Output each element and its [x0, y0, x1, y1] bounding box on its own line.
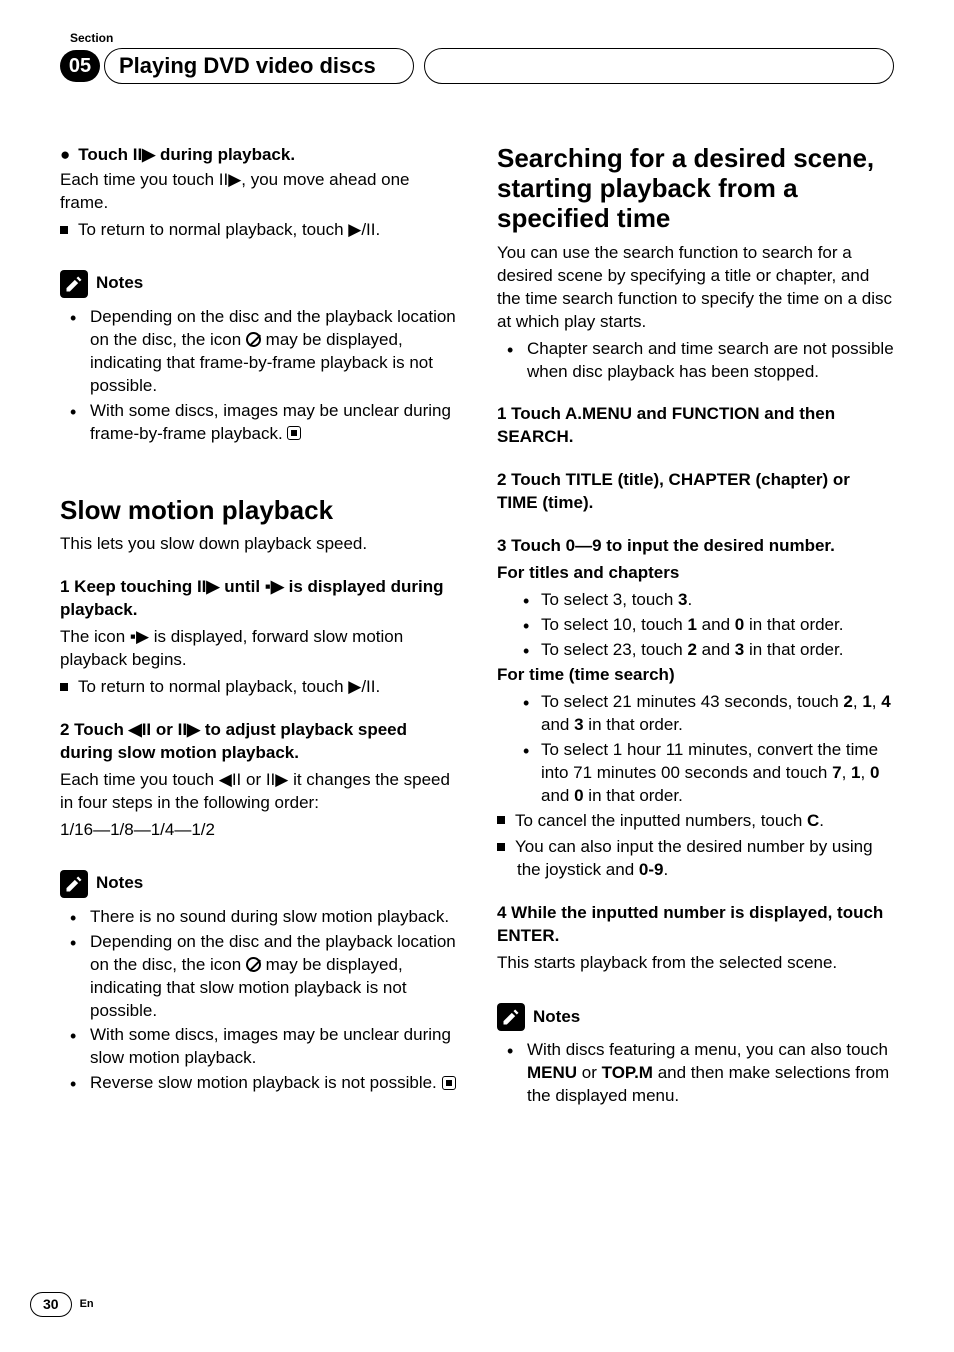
joystick-line: You can also input the desired number by…	[497, 836, 894, 882]
right-column: Searching for a desired scene, starting …	[497, 144, 894, 1110]
list-item: To select 21 minutes 43 seconds, touch 2…	[497, 691, 894, 737]
search-bullet-list: Chapter search and time search are not p…	[497, 338, 894, 384]
language-label: En	[80, 1297, 94, 1312]
prohibit-icon	[246, 957, 261, 972]
time-search-list: To select 21 minutes 43 seconds, touch 2…	[497, 691, 894, 808]
page-footer: 30 En	[30, 1292, 94, 1317]
slow-step-2-desc: Each time you touch ◀II or II▶ it change…	[60, 769, 457, 815]
page-number: 30	[30, 1292, 72, 1317]
left-column: ●Touch II▶ during playback. Each time yo…	[60, 144, 457, 1110]
pencil-icon	[60, 870, 88, 898]
frame-step-lead: ●Touch II▶ during playback.	[60, 144, 457, 167]
notes-list-1: Depending on the disc and the playback l…	[60, 306, 457, 446]
notes-list-3: With discs featuring a menu, you can als…	[497, 1039, 894, 1108]
search-step-4: 4 While the inputted number is displayed…	[497, 902, 894, 948]
frame-step-desc: Each time you touch II▶, you move ahead …	[60, 169, 457, 215]
end-icon	[287, 426, 301, 440]
slow-motion-intro: This lets you slow down playback speed.	[60, 533, 457, 556]
titles-chapters-list: To select 3, touch 3. To select 10, touc…	[497, 589, 894, 662]
slow-step-1-desc: The icon ▪▶ is displayed, forward slow m…	[60, 626, 457, 672]
search-intro: You can use the search function to searc…	[497, 242, 894, 334]
list-item: To select 3, touch 3.	[497, 589, 894, 612]
slow-step-2: 2 Touch ◀II or II▶ to adjust playback sp…	[60, 719, 457, 765]
titles-chapters-header: For titles and chapters	[497, 562, 894, 585]
search-step-2: 2 Touch TITLE (title), CHAPTER (chapter)…	[497, 469, 894, 515]
section-label: Section	[70, 30, 894, 46]
search-heading: Searching for a desired scene, starting …	[497, 144, 894, 234]
cancel-line: To cancel the inputted numbers, touch C.	[497, 810, 894, 833]
section-number-badge: 05	[60, 50, 100, 82]
page-header: 05 Playing DVD video discs	[60, 48, 894, 84]
note-item: Depending on the disc and the playback l…	[60, 306, 457, 398]
slow-motion-heading: Slow motion playback	[60, 496, 457, 526]
pencil-icon	[60, 270, 88, 298]
prohibit-icon	[246, 332, 261, 347]
pencil-icon	[497, 1003, 525, 1031]
notes-header-1: Notes	[60, 270, 457, 298]
search-bullet: Chapter search and time search are not p…	[497, 338, 894, 384]
search-step-3: 3 Touch 0—9 to input the desired number.	[497, 535, 894, 558]
notes-header-3: Notes	[497, 1003, 894, 1031]
notes-list-2: There is no sound during slow motion pla…	[60, 906, 457, 1096]
frame-step-return: To return to normal playback, touch ▶/II…	[60, 219, 457, 242]
slow-step-1-return: To return to normal playback, touch ▶/II…	[60, 676, 457, 699]
chapter-title: Playing DVD video discs	[104, 48, 414, 84]
notes-header-2: Notes	[60, 870, 457, 898]
header-blank-pill	[424, 48, 894, 84]
list-item: To select 10, touch 1 and 0 in that orde…	[497, 614, 894, 637]
slow-step-2-seq: 1/16—1/8—1/4—1/2	[60, 819, 457, 842]
note-item: With some discs, images may be unclear d…	[60, 1024, 457, 1070]
slow-step-1: 1 Keep touching II▶ until ▪▶ is displaye…	[60, 576, 457, 622]
note-item: With some discs, images may be unclear d…	[60, 400, 457, 446]
note-item: With discs featuring a menu, you can als…	[497, 1039, 894, 1108]
end-icon	[442, 1076, 456, 1090]
search-step-4-desc: This starts playback from the selected s…	[497, 952, 894, 975]
search-step-1: 1 Touch A.MENU and FUNCTION and then SEA…	[497, 403, 894, 449]
note-item: There is no sound during slow motion pla…	[60, 906, 457, 929]
time-search-header: For time (time search)	[497, 664, 894, 687]
list-item: To select 1 hour 11 minutes, convert the…	[497, 739, 894, 808]
note-item: Reverse slow motion playback is not poss…	[60, 1072, 457, 1095]
list-item: To select 23, touch 2 and 3 in that orde…	[497, 639, 894, 662]
note-item: Depending on the disc and the playback l…	[60, 931, 457, 1023]
